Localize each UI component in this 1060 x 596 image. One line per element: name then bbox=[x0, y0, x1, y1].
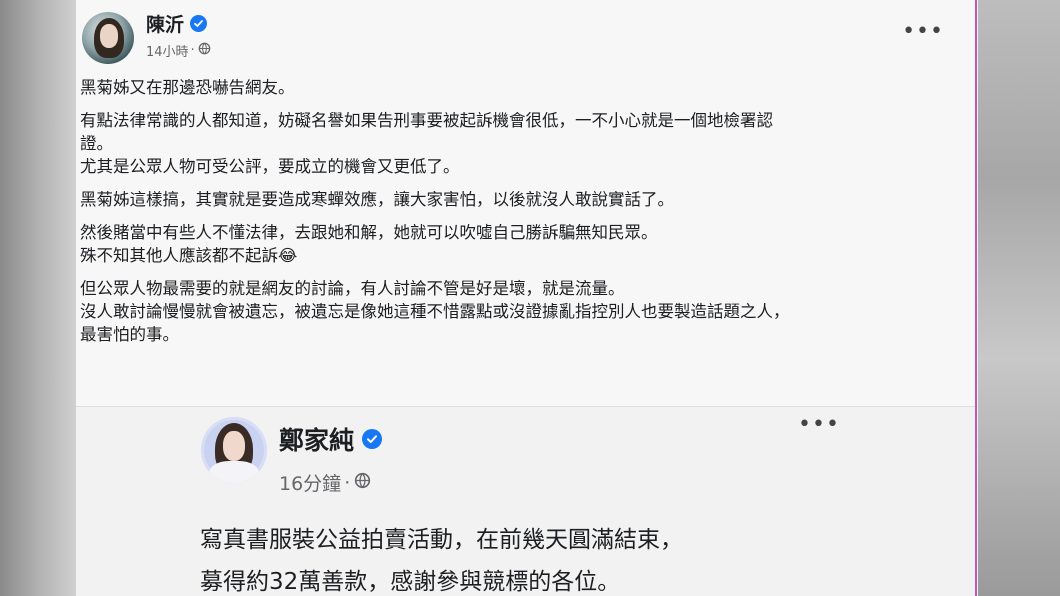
post-time[interactable]: 14小時 bbox=[146, 41, 189, 60]
paragraph: 黑菊姊又在那邊恐嚇告網友。 bbox=[80, 76, 960, 99]
right-edge-accent bbox=[975, 0, 977, 596]
verified-badge-icon bbox=[190, 15, 208, 32]
author-avatar[interactable] bbox=[82, 12, 134, 64]
background-right bbox=[978, 0, 1060, 596]
verified-badge-icon bbox=[362, 429, 383, 449]
globe-icon bbox=[198, 42, 211, 59]
post-line: 黑菊姊又在那邊恐嚇告網友。 bbox=[80, 78, 295, 97]
background-left bbox=[0, 0, 76, 596]
paragraph: 黑菊姊這樣搞，其實就是要造成寒蟬效應，讓大家害怕，以後就沒人敢說實話了。 bbox=[80, 188, 960, 211]
post-line: 最害怕的事。 bbox=[80, 325, 179, 344]
shared-post-time[interactable]: 16分鐘 bbox=[279, 469, 341, 496]
more-options-icon[interactable]: ••• bbox=[902, 21, 944, 43]
shared-author-row: 鄭家純 bbox=[279, 421, 383, 457]
author-name[interactable]: 陳沂 bbox=[146, 10, 184, 37]
post-line: 尤其是公眾人物可受公評，要成立的機會又更低了。 bbox=[80, 157, 460, 176]
paragraph: 有點法律常識的人都知道，妨礙名譽如果告刑事要被起訴機會很低，一不小心就是一個地檢… bbox=[80, 109, 960, 178]
meta-separator: · bbox=[190, 43, 195, 58]
post-line: 然後賭當中有些人不懂法律，去跟她和解，她就可以吹噓自己勝訴騙無知民眾。 bbox=[80, 223, 658, 242]
facebook-post-card: 陳沂 14小時 · ••• 黑菊姊又在那邊恐嚇告網友。 有點法律常識的人都知道，… bbox=[76, 0, 978, 596]
post-line: 殊不知其他人應該都不起訴😂 bbox=[80, 246, 298, 265]
avatar-body bbox=[209, 461, 259, 483]
paragraph: 然後賭當中有些人不懂法律，去跟她和解，她就可以吹噓自己勝訴騙無知民眾。 殊不知其… bbox=[80, 221, 960, 267]
avatar-face bbox=[223, 431, 245, 461]
shared-author-avatar[interactable] bbox=[201, 417, 267, 483]
post-line: 沒人敢討論慢慢就會被遺忘，被遺忘是像她這種不惜露點或沒證據亂指控別人也要製造話題… bbox=[80, 302, 790, 321]
more-options-icon[interactable]: ••• bbox=[798, 414, 840, 436]
post-line: 黑菊姊這樣搞，其實就是要造成寒蟬效應，讓大家害怕，以後就沒人敢說實話了。 bbox=[80, 190, 674, 209]
shared-line: 募得約32萬善款，感謝參與競標的各位。 bbox=[200, 569, 621, 595]
post-body: 黑菊姊又在那邊恐嚇告網友。 有點法律常識的人都知道，妨礙名譽如果告刑事要被起訴機… bbox=[80, 76, 960, 356]
post-line: 證。 bbox=[80, 134, 113, 153]
avatar-face bbox=[100, 24, 118, 48]
shared-post-screenshot: 鄭家純 ••• 16分鐘 · 寫真書服裝公益拍賣活動，在前幾天圓滿結束， 募得約… bbox=[76, 406, 976, 596]
meta-separator: · bbox=[344, 471, 351, 494]
author-row: 陳沂 bbox=[146, 10, 208, 37]
post-line: 但公眾人物最需要的就是網友的討論，有人討論不管是好是壞，就是流量。 bbox=[80, 279, 625, 298]
paragraph: 但公眾人物最需要的就是網友的討論，有人討論不管是好是壞，就是流量。 沒人敢討論慢… bbox=[80, 277, 960, 346]
shared-author-name[interactable]: 鄭家純 bbox=[279, 421, 354, 457]
post-line: 有點法律常識的人都知道，妨礙名譽如果告刑事要被起訴機會很低，一不小心就是一個地檢… bbox=[80, 111, 773, 130]
shared-post-text: 寫真書服裝公益拍賣活動，在前幾天圓滿結束， 募得約32萬善款，感謝參與競標的各位… bbox=[200, 519, 960, 596]
shared-line: 寫真書服裝公益拍賣活動，在前幾天圓滿結束， bbox=[200, 527, 683, 553]
globe-icon bbox=[354, 472, 371, 494]
post-meta: 14小時 · bbox=[146, 41, 211, 60]
shared-post-meta: 16分鐘 · bbox=[279, 469, 371, 496]
